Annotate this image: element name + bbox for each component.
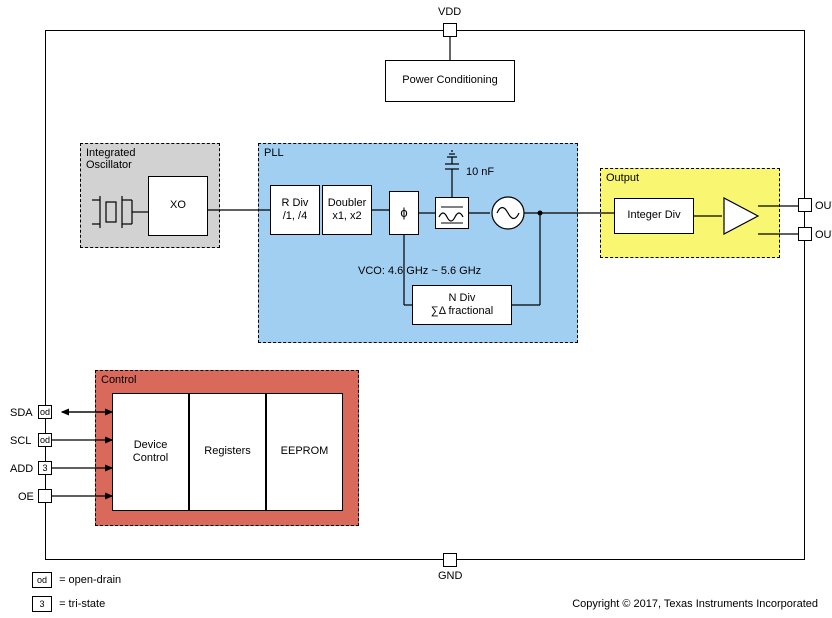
legend-tri-key: 3 (32, 596, 52, 612)
legend-od-key: od (32, 572, 52, 588)
legend-od: od = open-drain (32, 572, 121, 588)
legend-tri: 3 = tri-state (32, 596, 105, 612)
legend-od-text: = open-drain (59, 574, 121, 586)
copyright-text: Copyright © 2017, Texas Instruments Inco… (572, 598, 818, 610)
wires (0, 0, 832, 618)
diagram-canvas: VDD GND OUT0 OUT1 od SDA od SCL 3 ADD OE… (0, 0, 832, 618)
legend-tri-text: = tri-state (59, 598, 105, 610)
